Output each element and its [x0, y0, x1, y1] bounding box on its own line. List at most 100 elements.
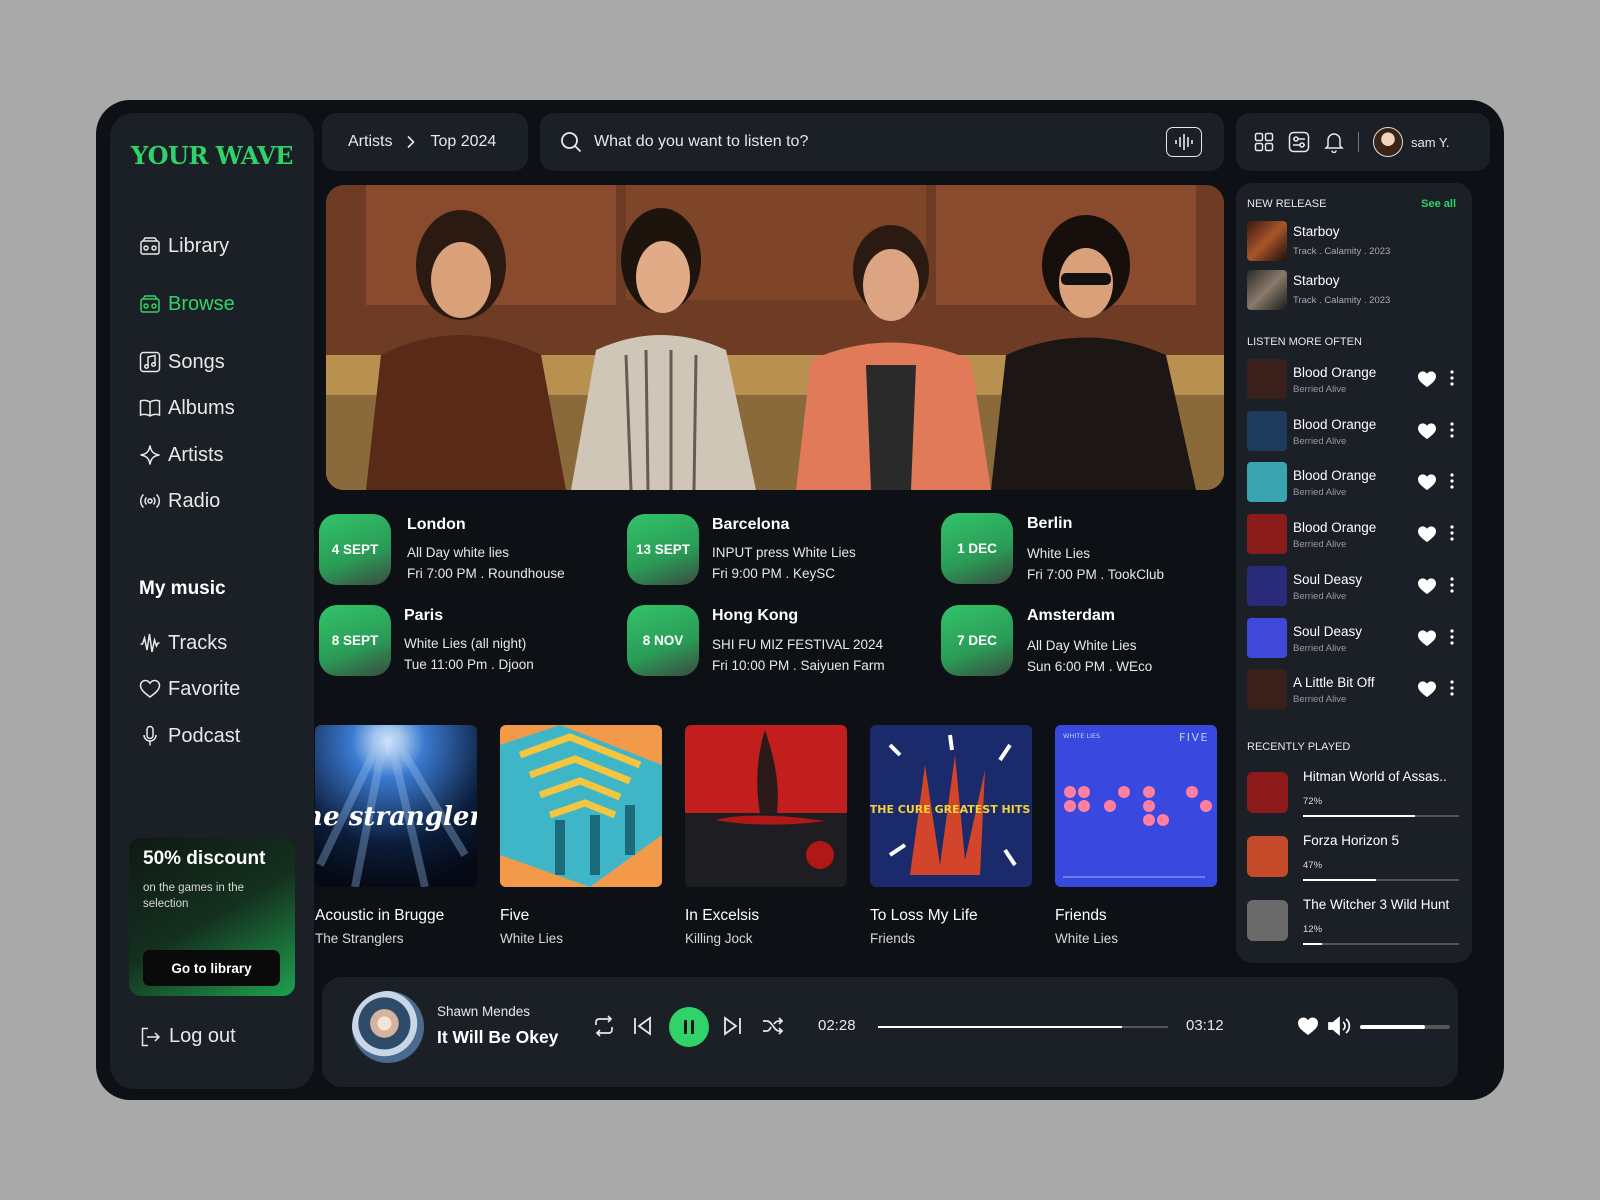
bell-icon[interactable]: [1324, 131, 1344, 153]
new-release-item[interactable]: Starboy Track . Calamity . 2023: [1247, 270, 1467, 312]
album-card[interactable]: the stranglers Acoustic in Brugge The St…: [315, 725, 477, 946]
event-date-badge: 7 DEC: [941, 605, 1013, 676]
track-artist: Berried Alive: [1293, 642, 1347, 654]
voice-search-icon[interactable]: [1166, 127, 1202, 157]
heart-icon[interactable]: [1417, 629, 1437, 647]
new-release-item[interactable]: Starboy Track . Calamity . 2023: [1247, 221, 1467, 263]
track-title: Blood Orange: [1293, 468, 1377, 484]
waveform-icon: [139, 632, 161, 654]
album-card[interactable]: THE CURE GREATEST HITS To Loss My Life F…: [870, 725, 1032, 946]
heart-icon[interactable]: [1417, 525, 1437, 543]
track-artist: Berried Alive: [1293, 384, 1347, 395]
track-title: Soul Deasy: [1293, 571, 1363, 587]
album-card[interactable]: In Excelsis Killing Jock: [685, 725, 847, 946]
track-title: Starboy: [1293, 224, 1340, 239]
recently-played-item[interactable]: Forza Horizon 5 47%: [1247, 833, 1467, 881]
more-options-icon[interactable]: [1450, 680, 1454, 696]
track-thumbnail: [1247, 221, 1287, 261]
user-toolbar: sam Y.: [1236, 113, 1490, 171]
track-thumbnail: [1247, 565, 1287, 606]
logout-label: Log out: [169, 1025, 236, 1047]
track-meta: Track . Calamity . 2023: [1293, 246, 1391, 257]
listen-more-item[interactable]: Soul Deasy Berried Alive: [1247, 617, 1467, 660]
sidebar-item-albums[interactable]: Albums: [139, 394, 235, 422]
game-title: Hitman World of Assas..: [1303, 769, 1447, 784]
volume-icon[interactable]: [1327, 1015, 1353, 1037]
listen-more-item[interactable]: A Little Bit Off Berried Alive: [1247, 669, 1467, 711]
hero-banner-image[interactable]: [326, 185, 1224, 490]
shuffle-icon[interactable]: [762, 1014, 784, 1038]
listen-more-item[interactable]: Blood Orange Berried Alive: [1247, 410, 1467, 453]
user-name[interactable]: sam Y.: [1411, 135, 1450, 150]
sidebar-item-songs[interactable]: Songs: [139, 348, 225, 376]
next-track-icon[interactable]: [722, 1014, 744, 1038]
track-thumbnail: [1247, 617, 1287, 658]
album-card[interactable]: Five White Lies: [500, 725, 662, 946]
sidebar-item-podcast[interactable]: Podcast: [139, 722, 240, 750]
recently-played-item[interactable]: Hitman World of Assas.. 72%: [1247, 769, 1467, 817]
heart-icon[interactable]: [1417, 473, 1437, 491]
breadcrumb-artists[interactable]: Artists: [348, 133, 392, 151]
heart-icon[interactable]: [1417, 680, 1437, 698]
sidebar-item-favorite[interactable]: Favorite: [139, 675, 240, 703]
progress-percent: 47%: [1303, 860, 1323, 871]
microphone-icon: [139, 725, 161, 747]
more-options-icon[interactable]: [1450, 577, 1454, 593]
playback-progress-bar[interactable]: [878, 1026, 1168, 1028]
promo-text: on the games in the selection: [143, 882, 245, 910]
heart-icon[interactable]: [1417, 370, 1437, 388]
recently-played-item[interactable]: The Witcher 3 Wild Hunt 12%: [1247, 897, 1467, 945]
sidebar-item-label: Albums: [168, 396, 235, 419]
chevron-right-icon: [406, 135, 416, 149]
avatar[interactable]: [1373, 127, 1403, 157]
search-bar[interactable]: What do you want to listen to?: [540, 113, 1224, 171]
heart-icon[interactable]: [1417, 422, 1437, 440]
sidebar-item-artists[interactable]: Artists: [139, 441, 224, 469]
radio-box-icon: [139, 235, 161, 257]
event-city: Paris: [404, 607, 444, 624]
more-options-icon[interactable]: [1450, 370, 1454, 386]
volume-fill: [1360, 1025, 1425, 1029]
more-options-icon[interactable]: [1450, 525, 1454, 541]
more-options-icon[interactable]: [1450, 473, 1454, 489]
sidebar-item-browse[interactable]: Browse: [139, 290, 235, 318]
heart-icon[interactable]: [1417, 577, 1437, 595]
sidebar-item-tracks[interactable]: Tracks: [139, 629, 227, 657]
like-heart-icon[interactable]: [1297, 1016, 1319, 1036]
album-artist: White Lies: [1055, 931, 1119, 946]
listen-more-item[interactable]: Blood Orange Berried Alive: [1247, 359, 1467, 401]
settings-panel-icon[interactable]: [1288, 131, 1310, 153]
album-cover: [685, 725, 847, 887]
sidebar-item-library[interactable]: Library: [139, 232, 229, 260]
go-to-library-button[interactable]: Go to library: [143, 950, 280, 986]
pause-button[interactable]: [669, 1007, 709, 1047]
track-title: Soul Deasy: [1293, 623, 1363, 639]
more-options-icon[interactable]: [1450, 628, 1454, 645]
sidebar-item-label: Tracks: [168, 631, 228, 654]
previous-track-icon[interactable]: [631, 1014, 653, 1038]
sidebar-item-radio[interactable]: Radio: [139, 487, 220, 515]
event-time-venue: Fri 9:00 PM . KeySC: [712, 566, 836, 581]
event-city: Hong Kong: [712, 607, 799, 624]
album-card[interactable]: WHITE LIES FIVE Friends White Lies: [1055, 725, 1217, 946]
album-cover: [500, 725, 662, 887]
progress-percent: 72%: [1303, 796, 1323, 807]
event-details: INPUT press White Lies: [712, 545, 856, 560]
listen-more-item[interactable]: Blood Orange Berried Alive: [1247, 462, 1467, 504]
event-city: London: [407, 516, 466, 533]
grid-icon[interactable]: [1254, 132, 1274, 152]
volume-slider[interactable]: [1360, 1025, 1450, 1029]
search-input[interactable]: What do you want to listen to?: [594, 133, 1166, 151]
listen-more-heading: LISTEN MORE OFTEN: [1247, 336, 1362, 348]
player-bar: Shawn Mendes It Will Be Okey 02:28 03:12: [322, 977, 1458, 1087]
repeat-icon[interactable]: [593, 1014, 615, 1038]
album-artist: White Lies: [500, 931, 564, 946]
logout-button[interactable]: Log out: [139, 1025, 236, 1048]
see-all-link[interactable]: See all: [1421, 198, 1456, 210]
listen-more-item[interactable]: Soul Deasy Berried Alive: [1247, 565, 1467, 608]
breadcrumb-top-2024[interactable]: Top 2024: [430, 133, 496, 151]
new-release-heading: NEW RELEASE: [1247, 198, 1327, 210]
recently-played-heading: RECENTLY PLAYED: [1247, 741, 1351, 753]
more-options-icon[interactable]: [1450, 422, 1454, 438]
listen-more-item[interactable]: Blood Orange Berried Alive: [1247, 514, 1467, 556]
